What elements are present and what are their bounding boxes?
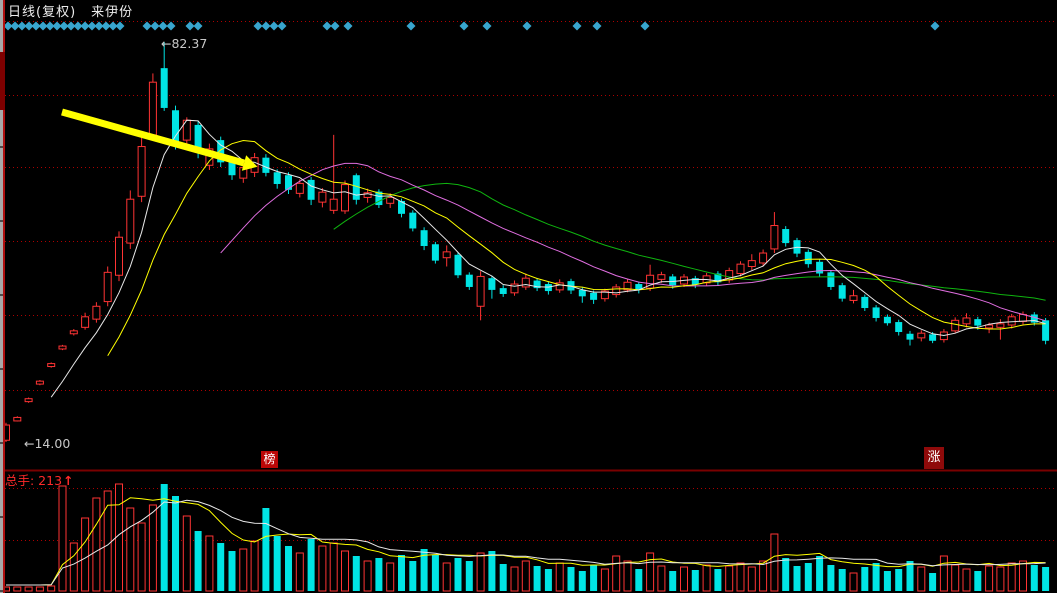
- signal-diamond-icon: [641, 22, 650, 31]
- low-price-value: 14.00: [34, 436, 70, 451]
- signal-diamond-icon: [159, 22, 168, 31]
- signal-diamond-icon: [331, 22, 340, 31]
- badge-zhang[interactable]: 涨: [924, 447, 944, 469]
- left-arrow-glyph: ←: [161, 36, 171, 51]
- signal-diamond-icon: [344, 22, 353, 31]
- signal-diamond-icon: [483, 22, 492, 31]
- chart-title: 日线(复权) 来伊份: [8, 1, 133, 20]
- signal-diamond-icon: [931, 22, 940, 31]
- signal-diamond-icon: [460, 22, 469, 31]
- signal-diamond-icon: [593, 22, 602, 31]
- up-arrow-glyph: ↑: [63, 473, 73, 488]
- low-price-label: ←14.00: [24, 436, 70, 451]
- signal-diamond-icon: [143, 22, 152, 31]
- signal-diamond-icon: [116, 22, 125, 31]
- signal-diamond-icon: [270, 22, 279, 31]
- volume-total-text: 总手: 213: [5, 473, 62, 488]
- stock-chart-window: 日线(复权)来伊份 ←82.37 ←14.00 榜 涨 总手: 213↑: [0, 0, 1057, 593]
- signal-diamond-icon: [278, 22, 287, 31]
- signal-diamond-icon: [262, 22, 271, 31]
- price-ma10-line: [108, 141, 1046, 356]
- signal-diamond-icon: [167, 22, 176, 31]
- signal-diamond-icon: [573, 22, 582, 31]
- signal-diamonds-row: [4, 22, 940, 31]
- price-ma5-line: [51, 120, 1045, 397]
- peak-price-value: 82.37: [171, 36, 207, 51]
- signal-diamond-icon: [254, 22, 263, 31]
- trend-arrow-annotation[interactable]: [62, 112, 257, 171]
- signal-diamond-icon: [407, 22, 416, 31]
- title-symbol: 来伊份: [91, 5, 133, 20]
- signal-diamond-icon: [523, 22, 532, 31]
- volume-total-label: 总手: 213↑: [5, 470, 74, 489]
- price-volume-chart[interactable]: [0, 0, 1057, 593]
- signal-diamond-icon: [194, 22, 203, 31]
- scrollbar-thumb[interactable]: [0, 52, 5, 110]
- left-arrow-glyph: ←: [24, 436, 34, 451]
- signal-diamond-icon: [323, 22, 332, 31]
- peak-price-label: ←82.37: [161, 36, 207, 51]
- badge-bang[interactable]: 榜: [261, 451, 278, 468]
- volume-bars-group[interactable]: [3, 484, 1050, 591]
- signal-diamond-icon: [186, 22, 195, 31]
- title-period: 日线(复权): [8, 5, 76, 20]
- signal-diamond-icon: [151, 22, 160, 31]
